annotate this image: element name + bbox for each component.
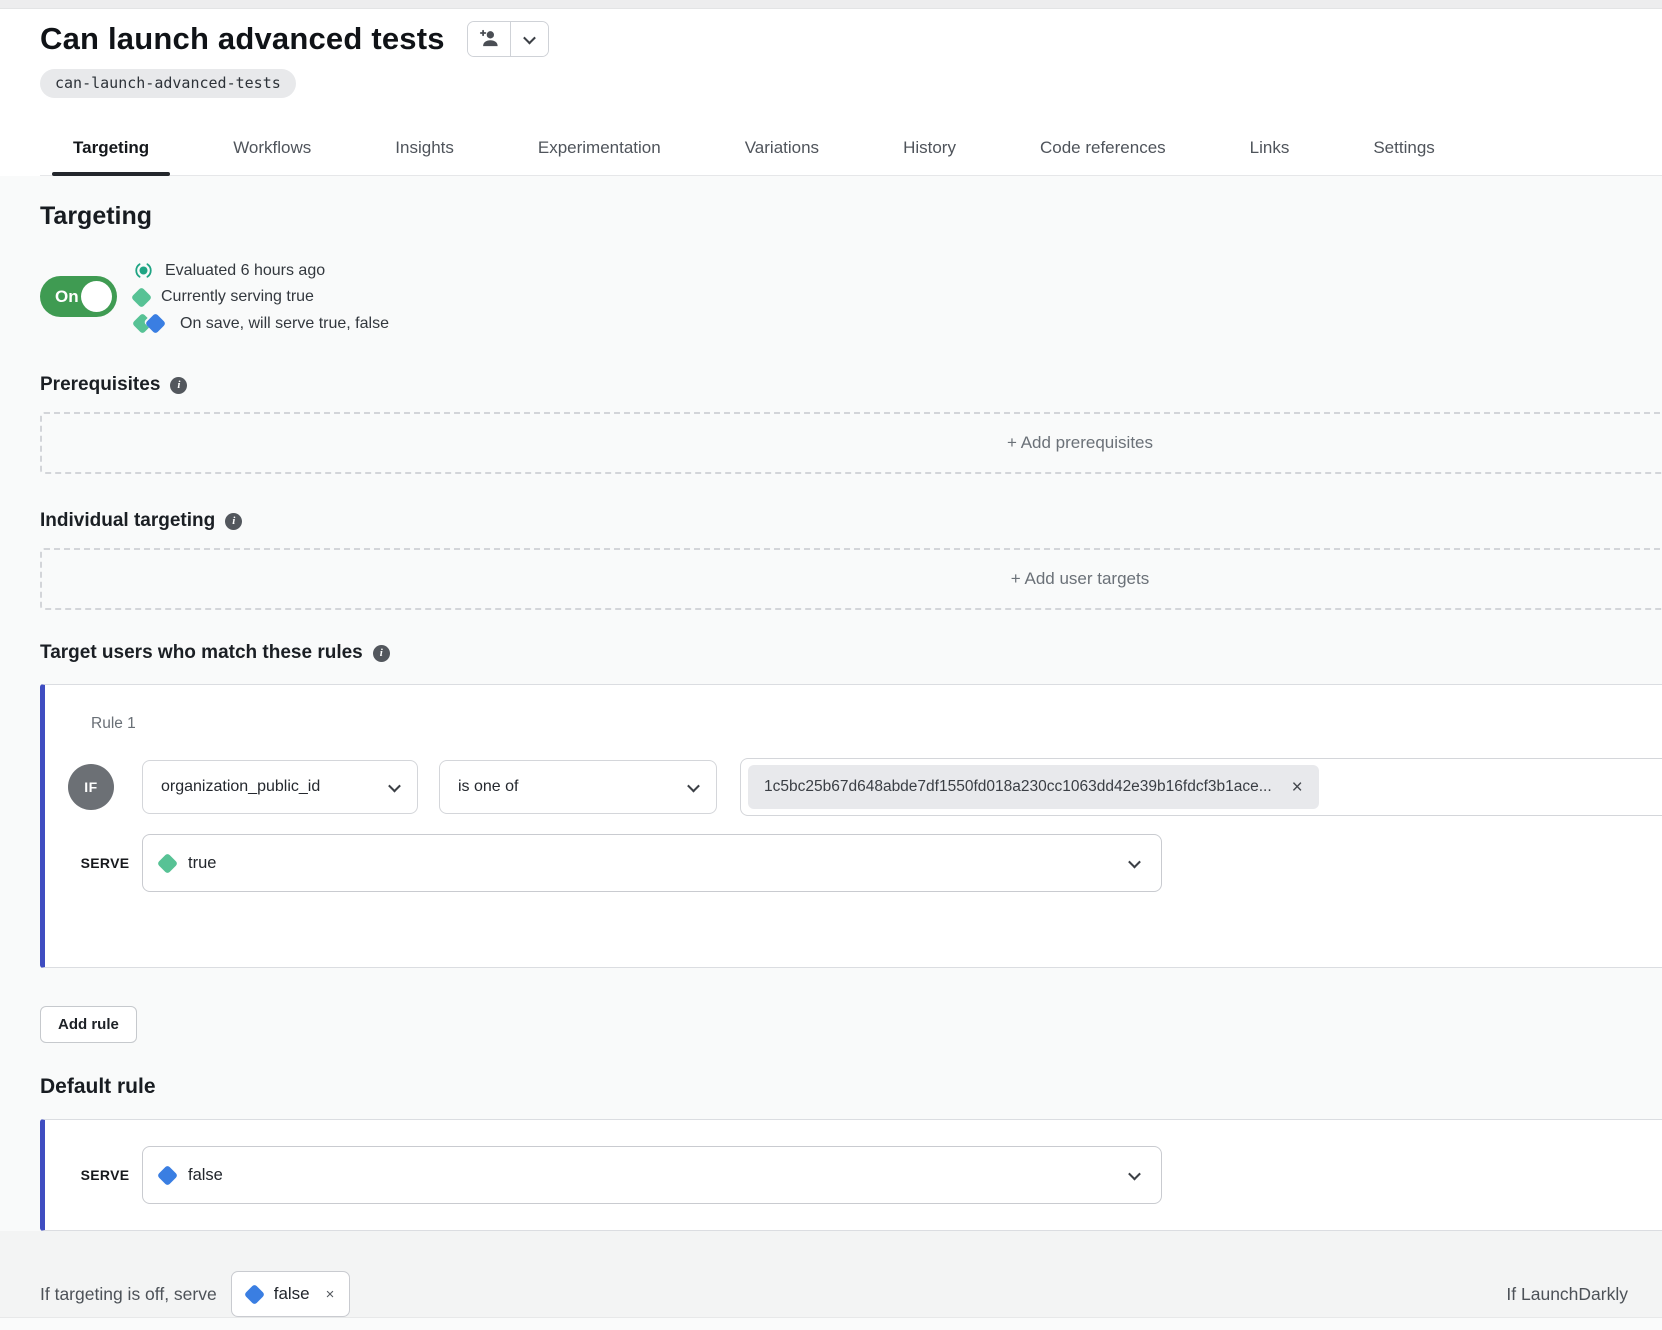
- off-variation-footer: If targeting is off, serve false × If La…: [0, 1231, 1662, 1330]
- page-header: Can launch advanced tests can-launch-adv…: [0, 9, 1662, 176]
- status-lines: Evaluated 6 hours ago Currently serving …: [134, 261, 389, 334]
- chevron-down-icon: [687, 779, 700, 792]
- rules-heading: Target users who match these rules: [40, 642, 363, 664]
- default-serve-select[interactable]: false: [142, 1146, 1162, 1204]
- flag-on-toggle[interactable]: On: [40, 276, 117, 317]
- remove-value-icon[interactable]: ×: [1292, 778, 1303, 797]
- rule-serve-select[interactable]: true: [142, 834, 1162, 892]
- flag-status-row: On Evaluated 6 hours ago Currently servi…: [40, 261, 1662, 334]
- page-title: Can launch advanced tests: [40, 21, 445, 57]
- off-variation-select[interactable]: false ×: [231, 1271, 351, 1317]
- attribute-select-value: organization_public_id: [161, 778, 320, 796]
- if-badge: IF: [68, 764, 114, 810]
- rule-serve-row: SERVE true: [68, 834, 1662, 892]
- tab-history[interactable]: History: [882, 124, 977, 175]
- chevron-down-icon: [1128, 855, 1141, 868]
- currently-serving-status: Currently serving true: [134, 288, 389, 306]
- tab-settings[interactable]: Settings: [1352, 124, 1455, 175]
- rule-card: Rule 1 IF organization_public_id is one …: [40, 684, 1662, 968]
- individual-targeting-heading: Individual targeting: [40, 510, 215, 532]
- default-rule-card: SERVE false: [40, 1119, 1662, 1231]
- default-serve-row: SERVE false: [68, 1146, 1662, 1204]
- false-variation-diamond-icon: [244, 1283, 265, 1304]
- flag-actions-button-group: [467, 21, 549, 57]
- chevron-down-icon: [523, 31, 536, 44]
- flag-key-pill[interactable]: can-launch-advanced-tests: [40, 69, 296, 98]
- default-serve-value: false: [188, 1166, 223, 1185]
- true-variation-diamond-icon: [157, 852, 178, 873]
- serve-label: SERVE: [68, 855, 142, 871]
- tab-insights[interactable]: Insights: [374, 124, 475, 175]
- true-false-variations-diamond-icon: [134, 314, 168, 334]
- value-chip: 1c5bc25b67d648abde7df1550fd018a230cc1063…: [748, 765, 1319, 809]
- rule-serve-value: true: [188, 854, 216, 873]
- add-user-targets-label: + Add user targets: [1011, 569, 1149, 589]
- on-save-status: On save, will serve true, false: [134, 314, 389, 334]
- tab-targeting[interactable]: Targeting: [52, 124, 170, 175]
- evaluation-pulse-icon: [134, 261, 153, 280]
- operator-select-value: is one of: [458, 778, 518, 796]
- tab-links[interactable]: Links: [1229, 124, 1311, 175]
- prerequisites-info-icon[interactable]: i: [170, 377, 187, 394]
- true-variation-diamond-icon: [131, 286, 152, 307]
- add-member-button[interactable]: [468, 22, 510, 56]
- chevron-down-icon: [1128, 1167, 1141, 1180]
- toggle-on-label: On: [55, 287, 79, 307]
- off-variation-value: false: [274, 1284, 310, 1304]
- false-variation-diamond-icon: [157, 1164, 178, 1185]
- targeting-panel: Targeting On Evaluated 6 hours ago Curre…: [0, 176, 1662, 1231]
- tab-bar: Targeting Workflows Insights Experimenta…: [40, 124, 1662, 176]
- person-add-icon: [478, 28, 500, 51]
- tab-code-references[interactable]: Code references: [1019, 124, 1187, 175]
- add-prerequisites-label: + Add prerequisites: [1007, 433, 1153, 453]
- tab-workflows[interactable]: Workflows: [212, 124, 332, 175]
- prerequisites-heading: Prerequisites: [40, 374, 160, 396]
- top-strip: [0, 0, 1662, 9]
- rules-info-icon[interactable]: i: [373, 645, 390, 662]
- add-prerequisites-box[interactable]: + Add prerequisites: [40, 412, 1662, 474]
- currently-serving-text: Currently serving true: [161, 288, 314, 306]
- operator-select[interactable]: is one of: [439, 760, 717, 814]
- launchdarkly-fallback-text: If LaunchDarkly: [1506, 1284, 1628, 1305]
- remove-off-variation-icon[interactable]: ×: [326, 1286, 335, 1303]
- attribute-select[interactable]: organization_public_id: [142, 760, 418, 814]
- default-rule-heading: Default rule: [40, 1075, 1662, 1099]
- targeting-heading: Targeting: [40, 176, 1662, 231]
- add-rule-button[interactable]: Add rule: [40, 1006, 137, 1043]
- off-variation-text: If targeting is off, serve: [40, 1284, 217, 1305]
- evaluated-text: Evaluated 6 hours ago: [165, 262, 325, 280]
- rule-condition-row: IF organization_public_id is one of 1c5b…: [68, 758, 1662, 816]
- bottom-band: [0, 1317, 1662, 1330]
- serve-label: SERVE: [68, 1167, 142, 1183]
- rule-values-input[interactable]: 1c5bc25b67d648abde7df1550fd018a230cc1063…: [740, 758, 1662, 816]
- evaluated-status: Evaluated 6 hours ago: [134, 261, 389, 280]
- flag-menu-button[interactable]: [510, 22, 548, 56]
- on-save-text: On save, will serve true, false: [180, 315, 389, 333]
- rule-name: Rule 1: [91, 715, 1662, 733]
- chevron-down-icon: [388, 779, 401, 792]
- add-user-targets-box[interactable]: + Add user targets: [40, 548, 1662, 610]
- tab-experimentation[interactable]: Experimentation: [517, 124, 682, 175]
- toggle-knob: [81, 281, 112, 312]
- individual-targeting-info-icon[interactable]: i: [225, 513, 242, 530]
- value-chip-text: 1c5bc25b67d648abde7df1550fd018a230cc1063…: [764, 778, 1272, 796]
- tab-variations[interactable]: Variations: [724, 124, 840, 175]
